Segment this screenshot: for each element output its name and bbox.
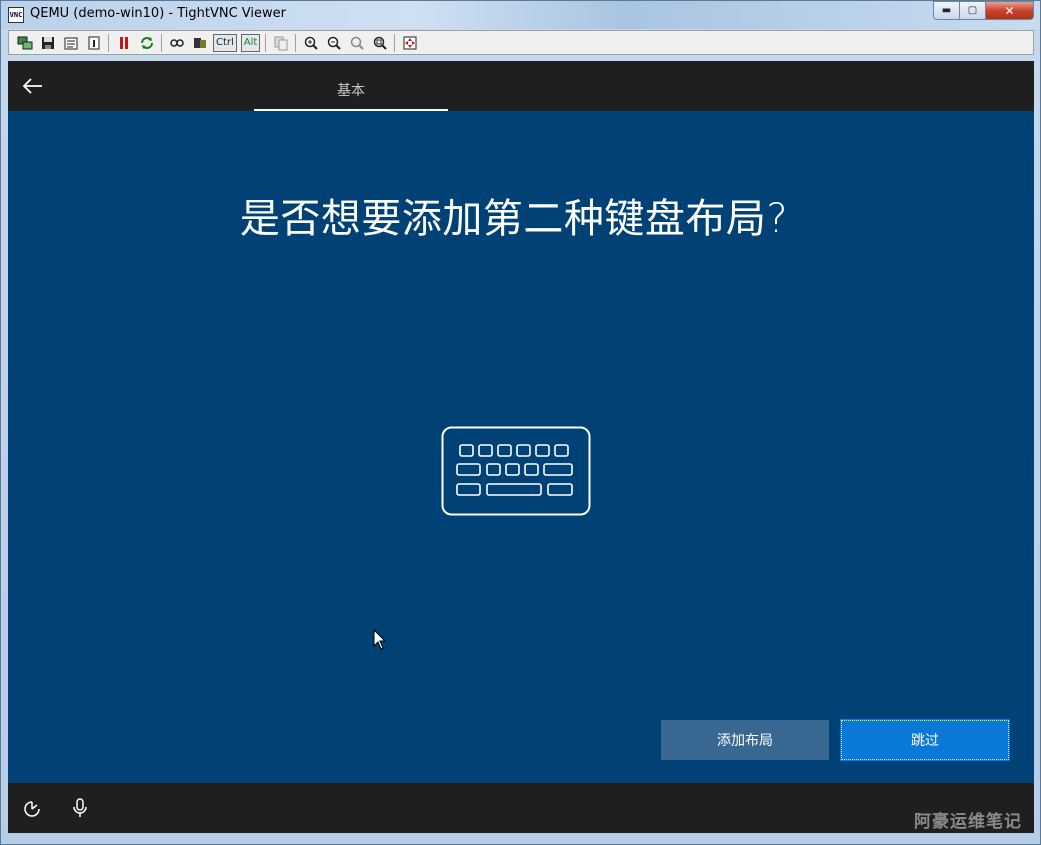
save-icon[interactable] [38,33,57,52]
vnc-viewer-window: VNC QEMU (demo-win10) - TightVNC Viewer … [0,0,1041,845]
toolbar-separator [161,33,162,52]
toolbar-separator [108,33,109,52]
toolbar-separator [265,33,267,52]
title-bar[interactable]: VNC QEMU (demo-win10) - TightVNC Viewer … [1,1,1040,29]
zoom-100-icon[interactable] [347,33,366,52]
new-connection-icon[interactable] [15,33,34,52]
maximize-icon: ▢ [967,5,978,16]
ctrl-key-button[interactable]: Ctrl [213,33,237,52]
send-keys-icon[interactable] [167,33,186,52]
zoom-out-icon[interactable] [324,33,343,52]
page-title: 是否想要添加第二种键盘布局? [239,196,789,242]
ease-of-access-icon[interactable] [22,799,42,819]
minimize-button[interactable]: ▬ [933,1,960,20]
ctrl-alt-del-icon[interactable] [190,33,209,52]
oobe-top-bar: 基本 [8,61,1034,111]
watermark-text: 阿豪运维笔记 [914,812,1022,832]
info-icon[interactable] [84,33,103,52]
window-title: QEMU (demo-win10) - TightVNC Viewer [30,6,286,21]
copy-icon[interactable] [271,33,290,52]
remote-screen[interactable]: 基本 是否想要添加第二种键盘布局? 添加布局 跳过 [8,61,1034,833]
close-button[interactable]: ✕ [986,1,1034,20]
maximize-button[interactable]: ▢ [960,1,986,20]
toolbar-separator [295,33,297,52]
microphone-icon[interactable] [72,798,88,818]
window-controls: ▬ ▢ ✕ [933,1,1034,20]
alt-key-button[interactable]: Alt [240,33,261,52]
minimize-icon: ▬ [941,5,952,16]
refresh-icon[interactable] [137,33,156,52]
mouse-cursor-icon [373,628,387,651]
options-icon[interactable] [61,33,80,52]
vnc-toolbar: Ctrl Alt [8,30,1034,55]
skip-button[interactable]: 跳过 [840,719,1010,761]
zoom-fit-icon[interactable] [370,33,389,52]
zoom-in-icon[interactable] [301,33,320,52]
close-icon: ✕ [1004,3,1015,18]
back-arrow-icon[interactable] [22,77,44,95]
toolbar-separator [394,33,396,52]
oobe-bottom-bar [8,783,1034,833]
add-layout-button[interactable]: 添加布局 [661,720,829,760]
pause-icon[interactable] [114,33,133,52]
fullscreen-icon[interactable] [400,33,419,52]
tab-basic: 基本 [254,61,448,111]
keyboard-icon [441,426,591,516]
vnc-app-icon: VNC [8,7,24,23]
